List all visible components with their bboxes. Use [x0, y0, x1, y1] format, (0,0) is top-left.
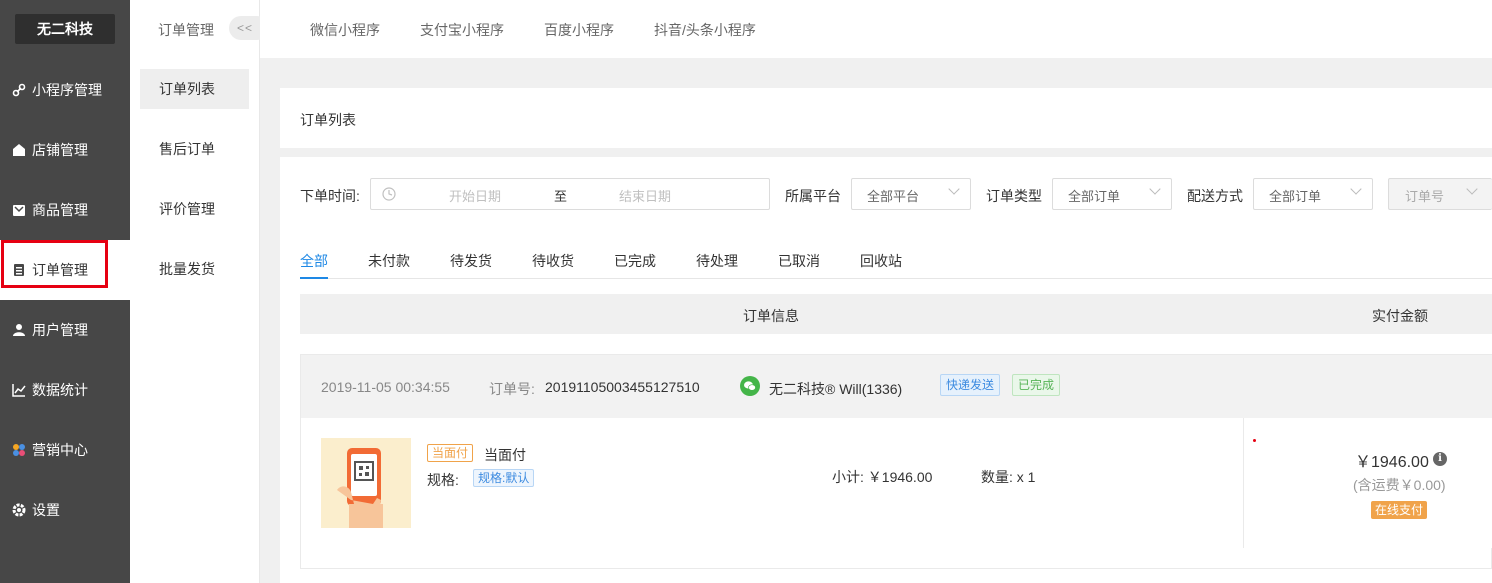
sidebar-item-users[interactable]: 用户管理 [0, 300, 130, 360]
delivery-label: 配送方式 [1187, 188, 1243, 204]
goods-icon [12, 203, 26, 217]
clock-icon [382, 187, 396, 204]
delivery-select[interactable]: 全部订单 [1253, 178, 1373, 210]
sidebar-item-miniapp[interactable]: 小程序管理 [0, 60, 130, 120]
order-card: 2019-11-05 00:34:55 订单号: 201911050034551… [300, 354, 1492, 569]
shipping-fee-note: (含运费￥0.00) [1353, 477, 1446, 493]
time-label: 下单时间: [300, 188, 360, 204]
subtotal: 小计: ￥1946.00 [832, 469, 933, 485]
payment-method-badge: 在线支付 [1371, 501, 1428, 519]
platform-value: 全部平台 [867, 189, 920, 204]
customer-name[interactable]: 无二科技® Will(1336) [769, 379, 902, 399]
user-icon [12, 323, 26, 337]
sidebar-item-marketing[interactable]: 营销中心 [0, 420, 130, 480]
platform-tabs: 微信小程序 支付宝小程序 百度小程序 抖音/头条小程序 [260, 0, 1492, 58]
subnav-item-order-list[interactable]: 订单列表 [140, 69, 249, 109]
brand-logo: 无二科技 [15, 14, 115, 44]
sidebar-item-label: 商品管理 [32, 202, 88, 218]
product-name[interactable]: 当面付 [484, 445, 526, 465]
order-number-select[interactable]: 订单号 [1388, 178, 1492, 210]
active-tab-underline [300, 277, 328, 279]
panel-header: 订单列表 [280, 88, 1492, 148]
order-type-value: 全部订单 [1068, 189, 1121, 204]
paid-amount: ￥1946.00 [1355, 454, 1429, 471]
sidebar-item-label: 营销中心 [32, 442, 88, 458]
main-sidebar: 无二科技 小程序管理 店铺管理 商品管理 订单管理 用户管理 数据统计 营销中心… [0, 0, 130, 583]
column-divider [1243, 418, 1244, 548]
order-number: 20191105003455127510 [545, 379, 700, 395]
sub-sidebar: 订单管理 << 订单列表 售后订单 评价管理 批量发货 [130, 0, 269, 583]
tab-alipay[interactable]: 支付宝小程序 [420, 20, 504, 40]
sidebar-item-goods[interactable]: 商品管理 [0, 180, 130, 240]
table-header: 订单信息 实付金额 [300, 294, 1492, 334]
range-separator: 至 [554, 189, 568, 204]
tab-to-receive[interactable]: 待收货 [532, 251, 574, 271]
order-card-header: 2019-11-05 00:34:55 订单号: 201911050034551… [301, 355, 1492, 418]
tab-cancelled[interactable]: 已取消 [778, 251, 820, 271]
sidebar-item-label: 用户管理 [32, 322, 88, 338]
tab-douyin[interactable]: 抖音/头条小程序 [654, 20, 756, 40]
shop-icon [12, 143, 26, 157]
wechat-icon [740, 376, 760, 396]
chevron-down-icon [1149, 183, 1161, 195]
order-type-select[interactable]: 全部订单 [1052, 178, 1172, 210]
quantity: 数量: x 1 [981, 469, 1036, 485]
start-date-input[interactable]: 开始日期 [449, 186, 501, 205]
tab-unpaid[interactable]: 未付款 [368, 251, 410, 271]
tab-to-ship[interactable]: 待发货 [450, 251, 492, 271]
tab-all[interactable]: 全部 [300, 251, 328, 271]
subnav-item-batch-ship[interactable]: 批量发货 [140, 249, 249, 289]
tab-baidu[interactable]: 百度小程序 [544, 20, 614, 40]
page-title: 订单列表 [300, 112, 356, 128]
marketing-icon [12, 443, 26, 457]
order-number-value: 订单号 [1405, 189, 1445, 204]
platform-label: 所属平台 [785, 188, 841, 204]
spec-badge: 规格:默认 [473, 469, 535, 487]
status-tabs: 全部 未付款 待发货 待收货 已完成 待处理 已取消 回收站 [300, 245, 1492, 279]
tab-completed[interactable]: 已完成 [614, 251, 656, 271]
order-datetime: 2019-11-05 00:34:55 [321, 379, 450, 395]
payment-type-badge: 当面付 [427, 444, 474, 462]
chevron-down-icon [1350, 183, 1362, 195]
subnav-title: 订单管理 [158, 22, 214, 38]
platform-select[interactable]: 全部平台 [851, 178, 971, 210]
delivery-value: 全部订单 [1269, 189, 1322, 204]
subnav-item-after-sales[interactable]: 售后订单 [140, 129, 249, 169]
link-icon [12, 83, 26, 97]
delivery-badge: 快递发送 [940, 374, 1001, 396]
tab-recycle-bin[interactable]: 回收站 [860, 251, 902, 271]
chart-icon [12, 383, 26, 397]
gear-icon [12, 503, 26, 517]
status-badge: 已完成 [1012, 374, 1061, 396]
date-range-picker[interactable]: 开始日期 至 结束日期 [370, 178, 770, 210]
column-order-info: 订单信息 [743, 308, 799, 324]
sidebar-item-stats[interactable]: 数据统计 [0, 360, 130, 420]
spec-label: 规格: [427, 472, 459, 488]
subnav-item-reviews[interactable]: 评价管理 [140, 189, 249, 229]
column-paid-amount: 实付金额 [1372, 308, 1428, 324]
chevron-down-icon [1466, 183, 1478, 195]
info-icon[interactable]: i [1433, 452, 1447, 466]
product-thumbnail[interactable] [321, 438, 411, 528]
sidebar-item-label: 数据统计 [32, 382, 88, 398]
sidebar-item-label: 设置 [32, 502, 60, 518]
tab-wechat[interactable]: 微信小程序 [310, 20, 380, 40]
order-item-row: 当面付 当面付 规格: 规格:默认 小计: ￥1946.00 数量: x 1 ￥… [301, 418, 1492, 548]
tab-pending[interactable]: 待处理 [696, 251, 738, 271]
sidebar-item-settings[interactable]: 设置 [0, 480, 130, 540]
sidebar-item-shop[interactable]: 店铺管理 [0, 120, 130, 180]
end-date-input[interactable]: 结束日期 [619, 186, 671, 205]
sidebar-item-label: 店铺管理 [32, 142, 88, 158]
order-number-label: 订单号: [489, 381, 535, 397]
red-dot [1253, 439, 1256, 442]
sidebar-item-label: 小程序管理 [32, 82, 102, 98]
active-item-highlight [1, 240, 108, 288]
order-panel: 下单时间: 开始日期 至 结束日期 所属平台 全部平台 订单类型 全部订单 配送… [280, 157, 1492, 583]
chevron-down-icon [948, 183, 960, 195]
type-label: 订单类型 [986, 188, 1042, 204]
